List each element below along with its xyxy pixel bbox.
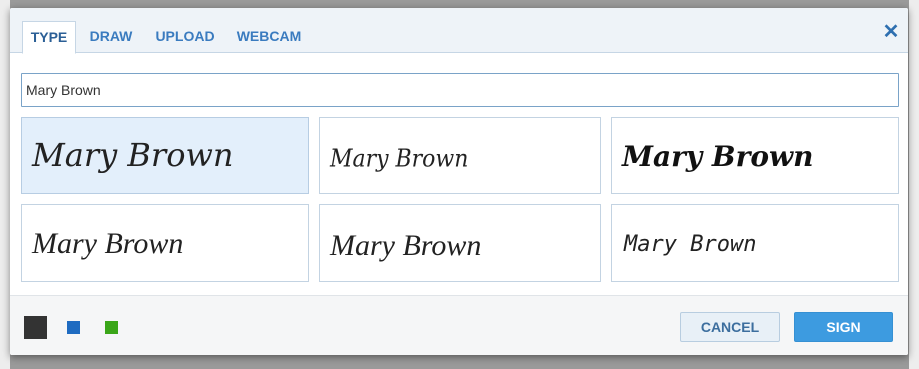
- signature-option-4[interactable]: Mary Brown: [21, 204, 309, 282]
- tab-upload[interactable]: UPLOAD: [149, 21, 221, 53]
- signature-script-1: Mary Brown: [31, 136, 233, 174]
- signature-option-5[interactable]: Mary Brown: [319, 204, 601, 282]
- signature-option-3[interactable]: Mary Brown: [611, 117, 899, 194]
- sign-button[interactable]: SIGN: [794, 312, 893, 342]
- signature-script-2: Mary Brown: [329, 145, 468, 172]
- ink-color-black-swatch[interactable]: [24, 316, 47, 339]
- signature-option-1[interactable]: Mary Brown: [21, 117, 309, 194]
- signature-text-6: Mary Brown: [623, 232, 756, 257]
- page-edge-right: [909, 0, 919, 369]
- name-input[interactable]: [21, 73, 899, 107]
- cancel-button[interactable]: CANCEL: [680, 312, 780, 342]
- dialog-footer: CANCEL SIGN: [10, 295, 908, 355]
- signature-script-4: Mary Brown: [31, 227, 183, 260]
- page-edge-left: [0, 0, 10, 369]
- signature-text-3: Mary Brown: [621, 140, 813, 173]
- close-icon[interactable]: ✕: [880, 22, 902, 44]
- tab-webcam[interactable]: WEBCAM: [231, 21, 307, 53]
- tab-bar: TYPE DRAW UPLOAD WEBCAM ✕: [10, 8, 908, 54]
- ink-color-green-swatch[interactable]: [105, 321, 118, 334]
- signature-text-1: Mary Brown: [31, 136, 233, 174]
- signature-text-2: Mary Brown: [329, 145, 468, 172]
- signature-script-5: Mary Brown: [329, 229, 481, 262]
- signature-text-5: Mary Brown: [329, 229, 481, 262]
- ink-color-blue-swatch[interactable]: [67, 321, 80, 334]
- signature-script-3: Mary Brown: [621, 140, 813, 173]
- tab-type[interactable]: TYPE: [22, 21, 76, 54]
- signature-dialog: TYPE DRAW UPLOAD WEBCAM ✕ Mary Brown Mar…: [10, 8, 908, 355]
- signature-text-4: Mary Brown: [31, 227, 183, 260]
- tab-draw[interactable]: DRAW: [82, 21, 140, 53]
- signature-option-6[interactable]: Mary Brown: [611, 204, 899, 282]
- signature-script-6: Mary Brown: [623, 232, 756, 257]
- signature-option-2[interactable]: Mary Brown: [319, 117, 601, 194]
